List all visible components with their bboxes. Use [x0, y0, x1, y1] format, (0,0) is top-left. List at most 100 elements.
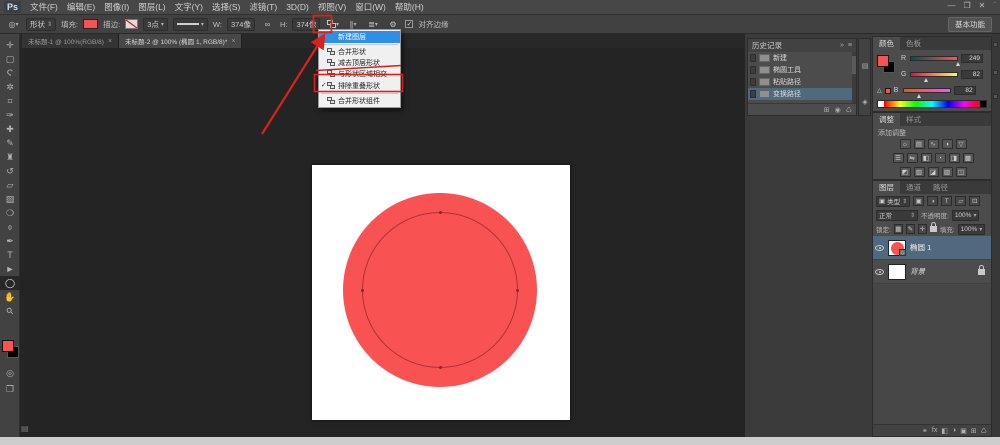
visibility-eye-icon[interactable] [875, 269, 884, 275]
invert-icon[interactable]: ◩ [900, 167, 911, 177]
history-source-well[interactable] [750, 66, 756, 74]
history-scrollbar[interactable] [852, 52, 856, 103]
posterize-icon[interactable]: ▥ [914, 167, 925, 177]
stroke-none-swatch[interactable] [125, 19, 138, 29]
foreground-color-swatch[interactable] [2, 340, 14, 352]
edge-icon-3[interactable] [993, 94, 998, 99]
edge-icon-2[interactable] [993, 70, 998, 75]
document-tab-1[interactable]: 未标题-1 @ 100%(RGB/8)× [22, 34, 119, 48]
photo-filter-icon[interactable]: ◔ [935, 153, 946, 163]
tab-channels[interactable]: 通道 [900, 181, 927, 194]
clone-stamp-tool[interactable]: ♜ [0, 150, 20, 164]
canvas[interactable] [312, 165, 570, 420]
minimize-button[interactable]: — [947, 1, 955, 10]
close-button[interactable]: ✕ [979, 1, 986, 10]
type-tool[interactable]: T [0, 248, 20, 262]
menu-item-merge-shape-components[interactable]: 合并形状组件 [319, 95, 400, 106]
color-spectrum-ramp[interactable] [877, 100, 987, 108]
fill-color-swatch[interactable] [83, 19, 98, 29]
blend-mode-select[interactable]: 正常⇕ [876, 210, 918, 221]
gamut-color-chip[interactable] [885, 88, 891, 94]
tab-adjustments[interactable]: 调整 [873, 113, 900, 126]
filter-type-layers-icon[interactable]: T [941, 196, 952, 206]
curves-icon[interactable]: ∿ [928, 139, 939, 149]
color-balance-icon[interactable]: ⇋ [907, 153, 918, 163]
color-lookup-icon[interactable]: ▩ [963, 153, 974, 163]
crop-tool[interactable]: ⌗ [0, 94, 20, 108]
blue-slider[interactable] [903, 88, 951, 93]
path-selection-tool[interactable]: ► [0, 262, 20, 276]
menu-3d[interactable]: 3D(D) [286, 2, 309, 12]
red-value-field[interactable]: 249 [961, 54, 983, 63]
dodge-tool[interactable]: ⌽ [0, 220, 20, 234]
channel-mixer-icon[interactable]: ◨ [949, 153, 960, 163]
healing-brush-tool[interactable]: ✚ [0, 122, 20, 136]
new-group-icon[interactable]: ▣ [960, 427, 967, 435]
tab-styles[interactable]: 样式 [900, 113, 927, 126]
layer-row-ellipse[interactable]: ◇ 椭圆 1 [873, 236, 991, 260]
tool-mode-select[interactable]: 形状⇕ [26, 18, 56, 31]
layer-style-icon[interactable]: fx [932, 427, 937, 434]
layer-thumbnail[interactable] [888, 264, 906, 280]
tab-paths[interactable]: 路径 [927, 181, 954, 194]
gradient-map-icon[interactable]: ▧ [942, 167, 953, 177]
delete-state-icon[interactable]: ♺ [846, 106, 852, 114]
menu-select[interactable]: 选择(S) [212, 1, 240, 13]
lock-position-icon[interactable]: ✛ [918, 224, 927, 234]
red-slider[interactable] [910, 56, 958, 61]
tab-layers[interactable]: 图层 [873, 181, 900, 194]
menu-image[interactable]: 图像(I) [104, 1, 129, 13]
panel-menu-icon[interactable]: ≡ [848, 42, 852, 49]
delete-layer-icon[interactable]: ♺ [981, 427, 987, 435]
link-layers-icon[interactable]: ⚭ [922, 427, 928, 435]
tab-color[interactable]: 颜色 [873, 37, 900, 50]
move-tool[interactable]: ✛ [0, 38, 20, 52]
history-item[interactable]: 粘贴路径 [748, 76, 856, 88]
adjustment-layer-icon[interactable]: ◑ [952, 427, 956, 434]
brightness-contrast-icon[interactable]: ☼ [900, 139, 911, 149]
menu-item-new-layer[interactable]: 新建图层 [319, 31, 400, 43]
blue-value-field[interactable]: 82 [954, 86, 976, 95]
menu-type[interactable]: 文字(Y) [175, 1, 203, 13]
history-item[interactable]: 新建 [748, 52, 856, 64]
history-source-well[interactable] [750, 90, 756, 98]
menu-filter[interactable]: 滤镜(T) [249, 1, 277, 13]
menu-item-combine-shapes[interactable]: 合并形状 [319, 46, 400, 57]
lasso-tool[interactable]: Ϛ [0, 66, 20, 80]
green-slider[interactable] [910, 72, 958, 77]
pen-tool[interactable]: ✒ [0, 234, 20, 248]
layer-mask-icon[interactable]: ◧ [941, 427, 948, 435]
menu-edit[interactable]: 编辑(E) [67, 1, 95, 13]
vibrance-icon[interactable]: ▽ [956, 139, 967, 149]
tab-close-icon[interactable]: × [231, 38, 235, 45]
history-source-well[interactable] [750, 54, 756, 62]
width-field[interactable]: 374像 [227, 18, 255, 31]
filter-adjustment-layers-icon[interactable]: ◑ [927, 196, 938, 206]
ellipse-tool[interactable]: ◯ [0, 276, 20, 290]
hue-saturation-icon[interactable]: ☰ [893, 153, 904, 163]
blur-tool[interactable]: ❍ [0, 206, 20, 220]
stroke-style-select[interactable]: ▾ [173, 18, 208, 31]
filter-pixel-layers-icon[interactable]: ▣ [913, 196, 924, 206]
marquee-tool[interactable]: ▢ [0, 52, 20, 66]
menu-help[interactable]: 帮助(H) [395, 1, 424, 13]
lock-image-icon[interactable]: ✎ [906, 224, 915, 234]
layer-row-background[interactable]: 背景 [873, 260, 991, 284]
path-anchor-right[interactable] [516, 289, 519, 292]
panel-collapse-icon[interactable]: » [840, 42, 844, 49]
new-layer-icon[interactable]: ⊞ [971, 427, 977, 435]
history-source-well[interactable] [750, 78, 756, 86]
green-value-field[interactable]: 82 [961, 70, 983, 79]
screen-mode-button[interactable]: ❐ [0, 382, 20, 396]
workspace-switcher-button[interactable]: 基本功能 [948, 17, 992, 32]
visibility-eye-icon[interactable] [875, 245, 884, 251]
opacity-field[interactable]: 100%▾ [952, 210, 980, 221]
document-tab-2[interactable]: 未标题-2 @ 100% (椭圆 1, RGB/8)*× [119, 34, 242, 48]
path-anchor-bottom[interactable] [439, 366, 442, 369]
quick-selection-tool[interactable]: ✲ [0, 80, 20, 94]
fill-amount-field[interactable]: 100%▾ [958, 224, 986, 235]
selective-color-icon[interactable]: ◫ [956, 167, 967, 177]
foreground-color-well[interactable] [877, 55, 889, 67]
layer-thumbnail[interactable]: ◇ [888, 240, 906, 256]
restore-button[interactable]: ❐ [963, 1, 970, 10]
